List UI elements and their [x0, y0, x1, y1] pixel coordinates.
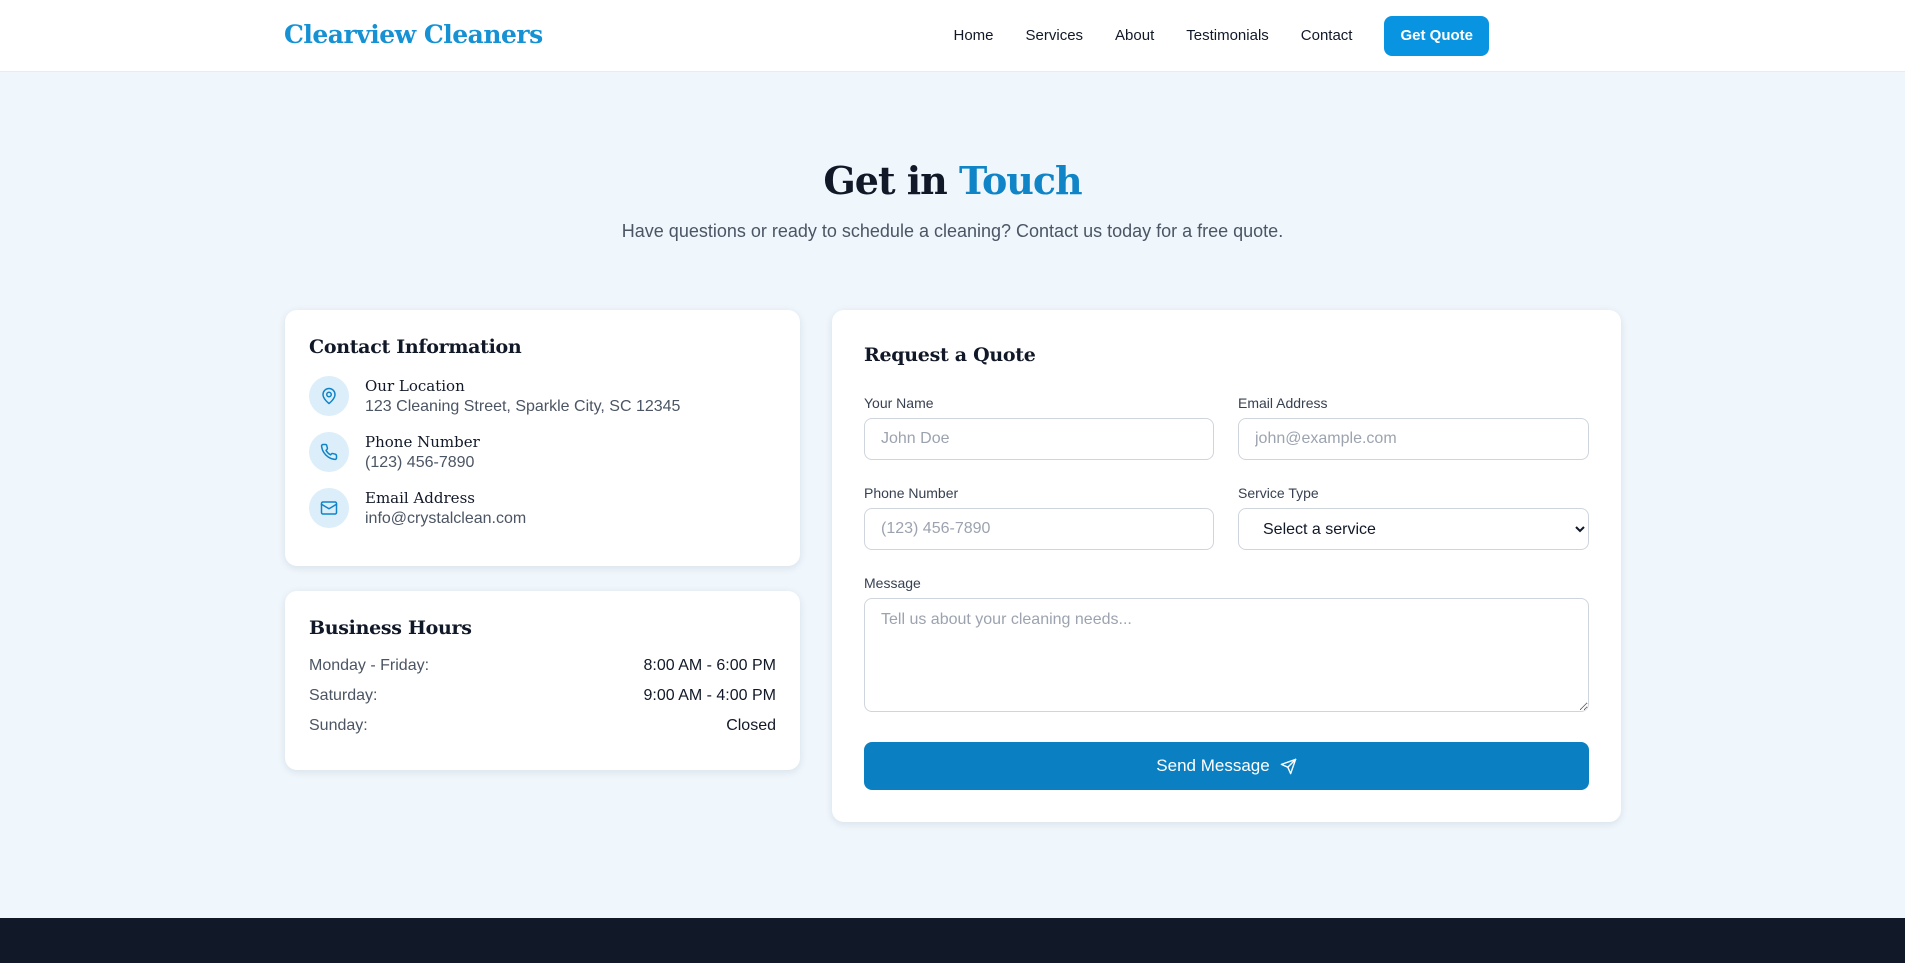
phone-input[interactable]: [864, 508, 1214, 550]
site-header: Clearview Cleaners Home Services About T…: [0, 0, 1905, 72]
contact-info-card: Contact Information Our Location 123 Cle…: [285, 310, 800, 566]
hours-time: 8:00 AM - 6:00 PM: [643, 657, 776, 674]
contact-item-email: Email Address info@crystalclean.com: [309, 488, 776, 530]
nav-link-services[interactable]: Services: [1026, 16, 1084, 56]
name-input[interactable]: [864, 418, 1214, 460]
phone-icon: [309, 432, 349, 472]
mail-icon: [309, 488, 349, 528]
nav-link-contact[interactable]: Contact: [1301, 16, 1353, 56]
contact-item-label: Phone Number: [365, 433, 480, 451]
page-title-accent: Touch: [959, 158, 1083, 203]
page-title-plain: Get in: [823, 158, 947, 203]
service-type-select[interactable]: Select a service: [1238, 508, 1589, 550]
hours-row: Sunday: Closed: [309, 717, 776, 735]
contact-item-value: 123 Cleaning Street, Sparkle City, SC 12…: [365, 398, 681, 415]
contact-item-value: info@crystalclean.com: [365, 510, 527, 527]
contact-item-label: Email Address: [365, 489, 475, 507]
contact-info-title: Contact Information: [309, 336, 522, 358]
nav-link-home[interactable]: Home: [954, 16, 994, 56]
page-subtitle: Have questions or ready to schedule a cl…: [621, 221, 1284, 241]
nav-link-testimonials[interactable]: Testimonials: [1186, 16, 1269, 56]
message-label: Message: [864, 575, 921, 591]
contact-item-location: Our Location 123 Cleaning Street, Sparkl…: [309, 376, 776, 418]
hours-row: Saturday: 9:00 AM - 4:00 PM: [309, 687, 776, 705]
name-label: Your Name: [864, 395, 934, 411]
message-textarea[interactable]: [864, 598, 1589, 712]
hours-day: Saturday:: [309, 687, 378, 704]
email-label: Email Address: [1238, 395, 1328, 411]
email-input[interactable]: [1238, 418, 1589, 460]
hours-day: Monday - Friday:: [309, 657, 430, 674]
business-hours-card: Business Hours Monday - Friday: 8:00 AM …: [285, 591, 800, 770]
site-footer: [0, 918, 1905, 963]
brand-logo[interactable]: Clearview Cleaners: [284, 20, 543, 49]
hours-day: Sunday:: [309, 717, 368, 734]
send-message-label: Send Message: [1156, 756, 1270, 775]
hours-time: 9:00 AM - 4:00 PM: [643, 687, 776, 704]
contact-item-phone: Phone Number (123) 456-7890: [309, 432, 776, 474]
contact-item-label: Our Location: [365, 377, 465, 395]
page-title: Get in Touch: [0, 158, 1905, 203]
nav-link-about[interactable]: About: [1115, 16, 1154, 56]
quote-form-card: Request a Quote Your Name Email Address …: [832, 310, 1621, 822]
main-nav: Home Services About Testimonials Contact…: [922, 16, 1489, 56]
map-pin-icon: [309, 376, 349, 416]
service-type-label: Service Type: [1238, 485, 1319, 501]
business-hours-title: Business Hours: [309, 617, 472, 639]
get-quote-button[interactable]: Get Quote: [1384, 16, 1489, 56]
quote-form-title: Request a Quote: [864, 344, 1036, 366]
hours-row: Monday - Friday: 8:00 AM - 6:00 PM: [309, 657, 776, 675]
send-message-button[interactable]: Send Message: [864, 742, 1589, 790]
phone-label: Phone Number: [864, 485, 959, 501]
send-icon: [1280, 758, 1296, 774]
contact-item-value: (123) 456-7890: [365, 454, 475, 471]
hours-time: Closed: [726, 717, 776, 734]
